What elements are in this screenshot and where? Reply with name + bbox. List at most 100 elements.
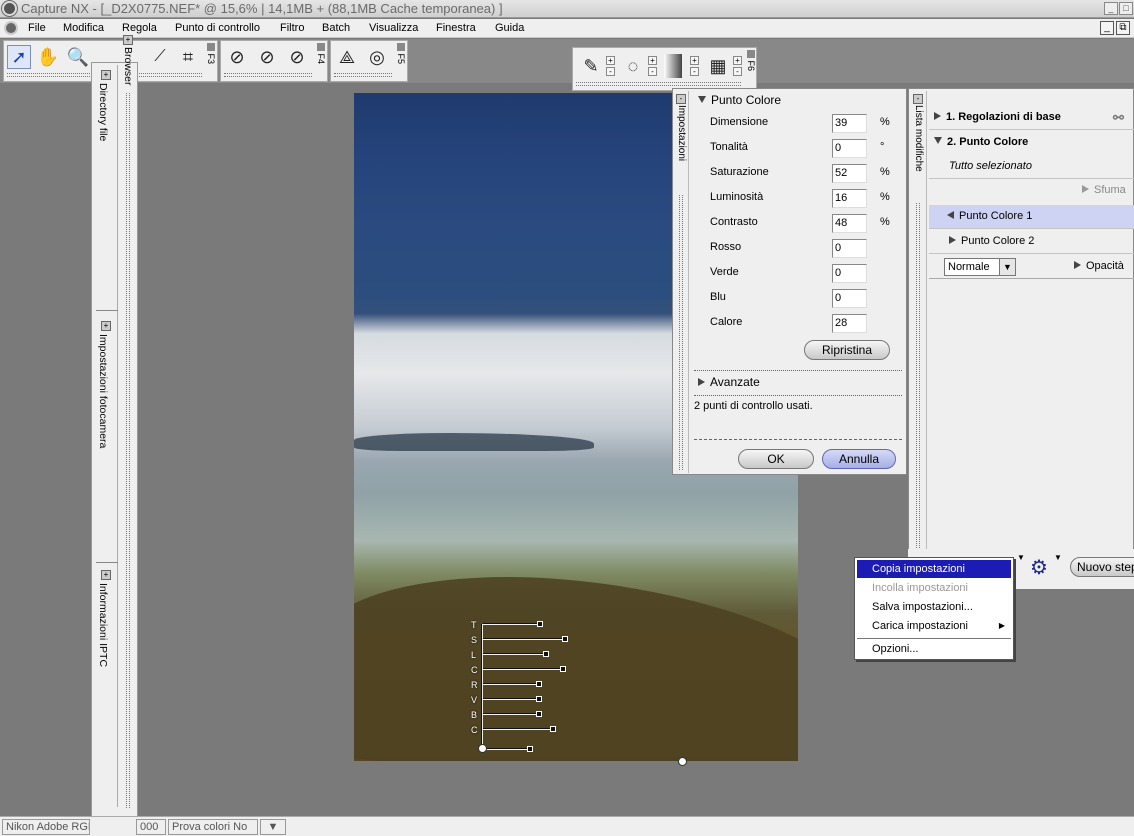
menu-punto-di-controllo[interactable]: Punto di controllo xyxy=(175,19,260,37)
section-avanzate[interactable]: Avanzate xyxy=(698,375,760,389)
luminosita-input[interactable]: 16 xyxy=(832,189,867,208)
slider-handle[interactable] xyxy=(550,726,556,732)
fill-minus-icon[interactable]: - xyxy=(733,67,742,76)
menu-finestra[interactable]: Finestra xyxy=(436,19,476,37)
ripristina-button[interactable]: Ripristina xyxy=(804,340,890,360)
doc-restore-button[interactable]: ⧉ xyxy=(1116,21,1130,35)
verde-input[interactable]: 0 xyxy=(832,264,867,283)
field-label: Luminosità xyxy=(710,191,764,203)
menu-arrow-icon[interactable]: ▼ xyxy=(1017,553,1025,562)
toolbar-f5-tab[interactable]: F5 xyxy=(395,43,406,81)
minimize-button[interactable]: _ xyxy=(1104,2,1118,15)
step-punto-colore[interactable]: 2. Punto Colore xyxy=(929,131,1134,155)
gradient-plus-icon[interactable]: + xyxy=(690,56,699,65)
menu-opzioni[interactable]: Opzioni... xyxy=(857,640,1011,658)
neutral-point-icon[interactable]: ⊘ xyxy=(255,45,279,69)
slider-handle[interactable] xyxy=(536,711,542,717)
expand-icon[interactable]: + xyxy=(101,321,111,331)
tonalita-input[interactable]: 0 xyxy=(832,139,867,158)
sfuma-row[interactable]: Sfuma xyxy=(929,179,1134,203)
tab-lista-modifiche[interactable]: Lista modifiche xyxy=(913,105,924,172)
toolbar-f6-tab[interactable]: F6 xyxy=(745,50,756,88)
menu-modifica[interactable]: Modifica xyxy=(63,19,104,37)
menu-visualizza[interactable]: Visualizza xyxy=(369,19,418,37)
gradient-minus-icon[interactable]: - xyxy=(690,67,699,76)
brush-tool-icon[interactable]: ✎ xyxy=(579,54,603,78)
arrow-tool-icon[interactable]: ➚ xyxy=(7,45,31,69)
eye-tool-icon[interactable]: ◎ xyxy=(365,45,389,69)
menu-file[interactable]: File xyxy=(28,19,46,37)
photo-detail xyxy=(354,433,594,451)
blu-input[interactable]: 0 xyxy=(832,289,867,308)
tab-informazioni-iptc[interactable]: Informazioni IPTC xyxy=(97,583,109,667)
crop-tool-icon[interactable]: ⌗ xyxy=(176,45,200,69)
expand-icon[interactable]: + xyxy=(101,70,111,80)
control-point-center[interactable] xyxy=(478,744,487,753)
slider-line xyxy=(483,653,545,655)
zoom-tool-icon[interactable]: 🔍 xyxy=(66,45,90,69)
saturazione-input[interactable]: 52 xyxy=(832,164,867,183)
punto-colore-1-row[interactable]: Punto Colore 1 xyxy=(929,205,1134,229)
size-handle[interactable] xyxy=(527,746,533,752)
menu-filtro[interactable]: Filtro xyxy=(280,19,304,37)
nuovo-step-button[interactable]: Nuovo step xyxy=(1070,557,1134,577)
menu-salva-impostazioni[interactable]: Salva impostazioni... xyxy=(857,598,1011,616)
toolbar-f4-tab[interactable]: F4 xyxy=(315,43,326,81)
punto-colore-2-row[interactable]: Punto Colore 2 xyxy=(929,230,1134,254)
slider-handle[interactable] xyxy=(536,681,542,687)
slider-handle[interactable] xyxy=(562,636,568,642)
lasso-minus-icon[interactable]: - xyxy=(648,67,657,76)
menu-copia-impostazioni[interactable]: Copia impostazioni xyxy=(857,560,1011,578)
gear-icon[interactable]: ⚙ xyxy=(1030,555,1048,580)
maximize-button[interactable]: □ xyxy=(1119,2,1133,15)
slider-handle[interactable] xyxy=(543,651,549,657)
menu-incolla-impostazioni[interactable]: Incolla impostazioni xyxy=(857,579,1011,597)
tab-browser[interactable]: Browser xyxy=(122,47,134,86)
contrasto-input[interactable]: 48 xyxy=(832,214,867,233)
doc-minimize-button[interactable]: _ xyxy=(1100,21,1114,35)
straighten-tool-icon[interactable]: ⟋ xyxy=(148,45,172,69)
annulla-button[interactable]: Annulla xyxy=(822,449,896,469)
lasso-tool-icon[interactable]: ◌ xyxy=(621,54,645,78)
collapsed-triangle-icon xyxy=(1074,261,1081,269)
toolbar-f3-tab[interactable]: F3 xyxy=(205,43,216,81)
status-dropdown-icon[interactable]: ▼ xyxy=(260,819,286,835)
document-icon[interactable] xyxy=(4,21,18,35)
fill-tool-icon[interactable]: ▦ xyxy=(706,54,730,78)
step-regolazioni-di-base[interactable]: 1. Regolazioni di base ⚯ xyxy=(929,106,1134,130)
menu-guida[interactable]: Guida xyxy=(495,19,524,37)
menu-arrow-icon[interactable]: ▼ xyxy=(1054,553,1062,562)
calore-input[interactable]: 28 xyxy=(832,314,867,333)
rosso-input[interactable]: 0 xyxy=(832,239,867,258)
hand-tool-icon[interactable]: ✋ xyxy=(36,45,60,69)
expand-icon[interactable]: + xyxy=(123,35,133,45)
dimensione-input[interactable]: 39 xyxy=(832,114,867,133)
app-icon[interactable] xyxy=(2,1,17,16)
toolbar-control-points: ⊘ ⊘ ⊘ F4 xyxy=(220,40,328,82)
tab-directory-file[interactable]: Directory file xyxy=(97,83,109,141)
link-icon[interactable]: ⚯ xyxy=(1113,110,1124,126)
slider-handle[interactable] xyxy=(537,621,543,627)
blend-mode-select[interactable]: Normale ▼ xyxy=(944,258,1016,276)
gradient-tool-icon[interactable] xyxy=(664,54,682,78)
slider-handle[interactable] xyxy=(560,666,566,672)
expand-icon[interactable]: + xyxy=(101,570,111,580)
slider-handle[interactable] xyxy=(536,696,542,702)
red-eye-tool-icon[interactable]: ⟁ xyxy=(335,45,359,69)
black-point-icon[interactable]: ⊘ xyxy=(225,45,249,69)
tab-impostazioni-fotocamera[interactable]: Impostazioni fotocamera xyxy=(97,334,109,448)
ok-button[interactable]: OK xyxy=(738,449,814,469)
tab-impostazioni[interactable]: Impostazioni xyxy=(676,105,687,161)
lasso-plus-icon[interactable]: + xyxy=(648,56,657,65)
section-punto-colore[interactable]: Punto Colore xyxy=(698,93,781,107)
fill-plus-icon[interactable]: + xyxy=(733,56,742,65)
image-resize-handle[interactable] xyxy=(678,757,687,766)
menu-batch[interactable]: Batch xyxy=(322,19,350,37)
collapse-icon[interactable]: - xyxy=(913,94,923,104)
control-point-letter: C xyxy=(471,725,478,735)
collapse-icon[interactable]: - xyxy=(676,94,686,104)
menu-carica-impostazioni[interactable]: Carica impostazioni ▶ xyxy=(857,617,1011,635)
brush-minus-icon[interactable]: - xyxy=(606,67,615,76)
white-point-icon[interactable]: ⊘ xyxy=(285,45,309,69)
brush-plus-icon[interactable]: + xyxy=(606,56,615,65)
